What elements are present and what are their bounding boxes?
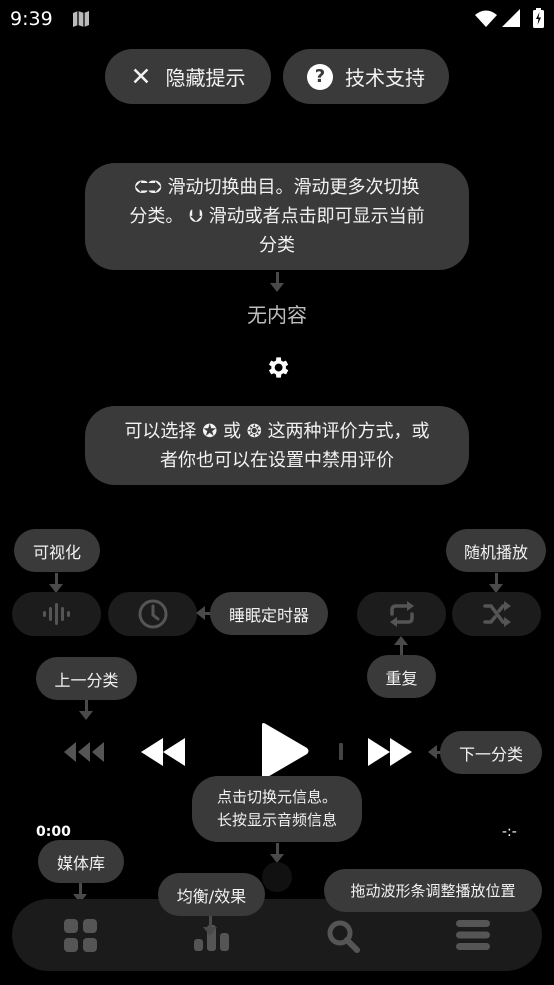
next-category-tip: 下一分类: [440, 731, 542, 774]
hide-tips-label: 隐藏提示: [165, 66, 246, 90]
fast-forward-icon[interactable]: [366, 736, 414, 768]
star-icon: ✪: [202, 420, 218, 442]
prev-category-tip: 上一分类: [36, 657, 137, 700]
arrow-down-circle-icon: ⮋: [189, 206, 203, 227]
arrow-left-circle-icon: ⮈: [134, 177, 149, 198]
status-time: 9:39: [10, 8, 53, 30]
empty-text: 无内容: [247, 303, 307, 327]
search-icon[interactable]: [326, 919, 360, 953]
eq-tip-arrow: [203, 916, 218, 936]
repeat-tip: 重复: [367, 655, 436, 698]
visualizer-button[interactable]: [12, 592, 101, 636]
sleep-timer-tip: 睡眠定时器: [210, 592, 328, 635]
visualizer-tip-arrow: [49, 573, 64, 593]
battery-icon: [533, 8, 544, 28]
thumb-icon: ❂: [246, 420, 262, 442]
arrow-right-circle-icon: ⮊: [148, 177, 162, 198]
meta-info-target[interactable]: [262, 862, 292, 892]
play-icon[interactable]: [258, 722, 310, 780]
tech-support-button[interactable]: ? 技术支持: [283, 49, 449, 104]
shuffle-button[interactable]: [452, 592, 541, 636]
duration-time: -:-: [502, 824, 517, 840]
menu-icon[interactable]: [456, 919, 490, 951]
meta-info-tip-arrow: [270, 843, 285, 863]
repeat-button[interactable]: [357, 592, 446, 636]
shuffle-icon: [482, 601, 511, 627]
waveform-icon: [42, 603, 70, 625]
close-icon: ✕: [130, 62, 152, 91]
library-grid-icon[interactable]: [64, 919, 97, 952]
gear-icon[interactable]: [264, 354, 291, 381]
library-tip: 媒体库: [38, 840, 124, 883]
tech-support-label: 技术支持: [345, 66, 425, 90]
seek-indicator: [339, 743, 343, 760]
meta-info-tip: 点击切换元信息。 长按显示音频信息: [192, 776, 362, 842]
map-icon: [73, 11, 89, 27]
visualizer-tip: 可视化: [14, 529, 100, 572]
hide-tips-button[interactable]: ✕ 隐藏提示: [105, 49, 271, 104]
prev-category-tip-arrow: [79, 700, 94, 720]
swipe-tip-arrow: [270, 272, 285, 292]
wifi-icon: [475, 10, 497, 27]
clock-icon: [138, 599, 167, 629]
shuffle-tip-arrow: [489, 573, 504, 593]
signal-icon: [502, 9, 520, 27]
shuffle-tip: 随机播放: [446, 529, 546, 572]
swipe-tip: ⮈⮊ 滑动切换曲目。滑动更多次切换 分类。 ⮋ 滑动或者点击即可显示当前 分类: [85, 163, 469, 270]
help-icon: ?: [307, 63, 333, 90]
repeat-icon: [389, 601, 414, 627]
rating-tip: 可以选择 ✪ 或 ❂ 这两种评价方式，或 者你也可以在设置中禁用评价: [85, 406, 469, 485]
rewind-icon[interactable]: [139, 736, 187, 768]
elapsed-time: 0:00: [36, 824, 71, 840]
status-bar: 9:39: [0, 0, 554, 38]
seek-tip: 拖动波形条调整播放位置: [324, 869, 542, 912]
repeat-tip-arrow: [394, 636, 409, 656]
eq-tip: 均衡/效果: [158, 873, 265, 916]
sleep-timer-button[interactable]: [108, 592, 197, 636]
prev-category-icon[interactable]: [62, 740, 106, 764]
